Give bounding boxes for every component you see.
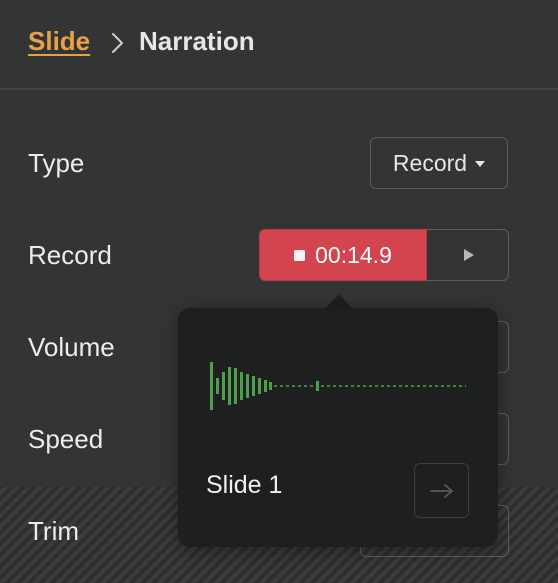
stop-recording-button[interactable]: 00:14.9 bbox=[259, 229, 427, 281]
popover-arrow bbox=[325, 294, 353, 309]
recording-timer: 00:14.9 bbox=[315, 241, 392, 268]
recording-popover: Slide 1 bbox=[178, 308, 498, 547]
play-icon bbox=[463, 249, 474, 261]
record-label: Record bbox=[28, 240, 112, 270]
type-select[interactable]: Record bbox=[370, 137, 508, 189]
header: Slide Narration bbox=[0, 0, 558, 90]
type-label: Type bbox=[28, 148, 85, 178]
arrow-right-icon bbox=[429, 483, 453, 498]
caret-down-icon bbox=[475, 161, 486, 167]
chevron-right-icon bbox=[112, 33, 123, 53]
stop-icon bbox=[294, 249, 306, 261]
breadcrumb-current: Narration bbox=[139, 26, 255, 56]
volume-label: Volume bbox=[28, 332, 115, 362]
play-button[interactable] bbox=[427, 229, 509, 281]
breadcrumb-slide-link[interactable]: Slide bbox=[28, 26, 90, 57]
slide-name: Slide 1 bbox=[206, 471, 283, 499]
speed-label: Speed bbox=[28, 424, 104, 454]
type-select-value: Record bbox=[392, 149, 468, 176]
trim-label: Trim bbox=[28, 516, 80, 546]
waveform bbox=[210, 362, 466, 410]
go-to-slide-button[interactable] bbox=[414, 463, 469, 518]
